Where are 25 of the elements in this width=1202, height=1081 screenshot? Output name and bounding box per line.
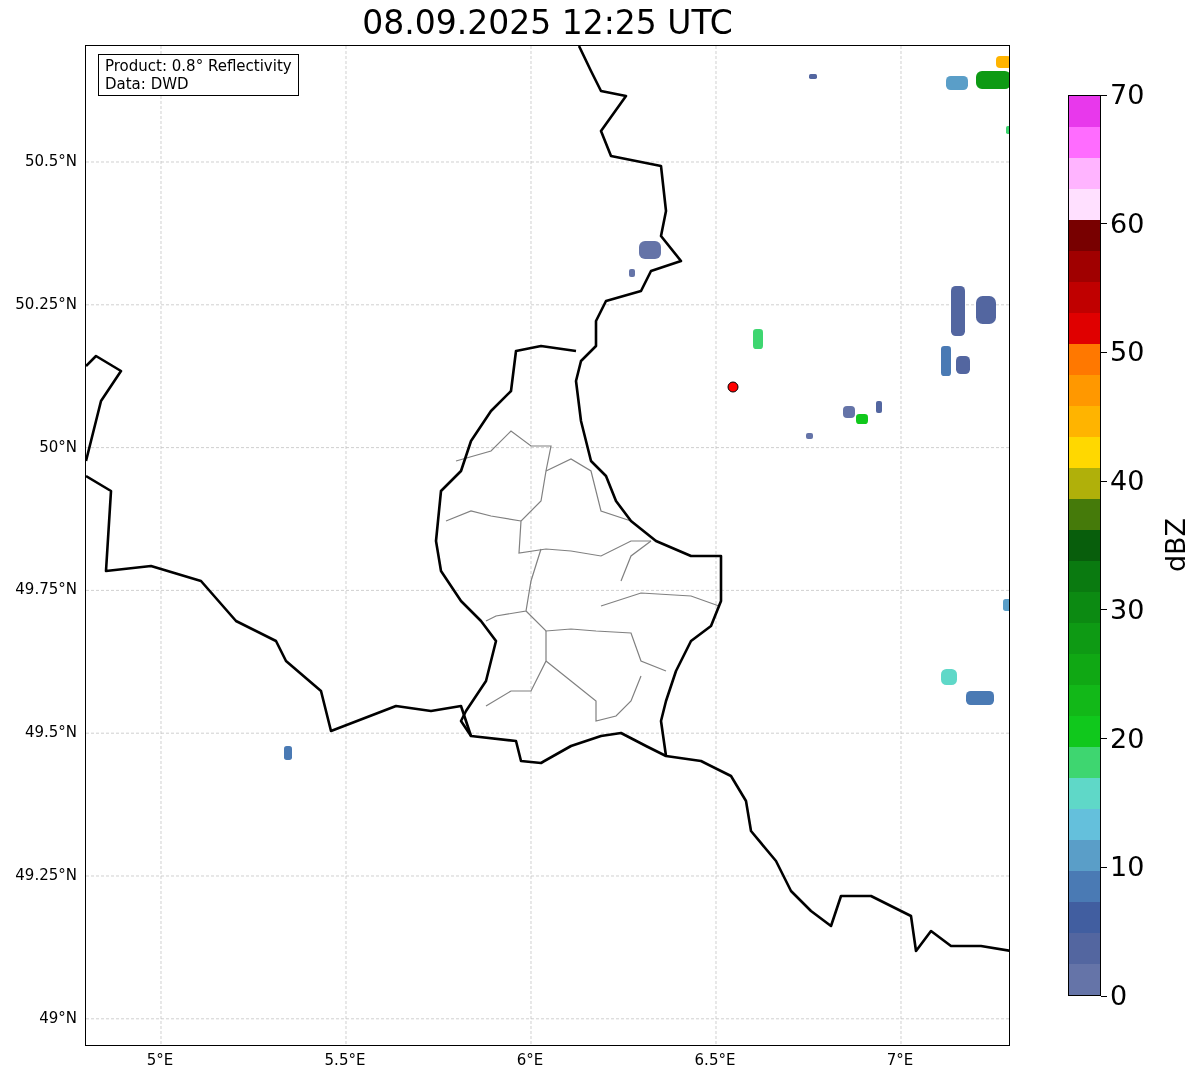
latitude-label: 49.75°N [15,580,77,599]
info-text: Product: 0.8° Reflectivity [105,57,292,75]
latitude-label: 49.25°N [15,866,77,884]
longitude-label: 5°E [145,1051,175,1069]
colorbar-tick-label: 30 [1110,593,1145,626]
colorbar-label: dBZ [1160,517,1192,573]
longitude-label: 6.5°E [693,1051,737,1069]
colorbar-tick-label: 10 [1110,851,1145,884]
latitude-label: 50.5°N [24,152,77,170]
colorbar-tick-label: 40 [1110,465,1145,498]
longitude-label: 7°E [885,1051,915,1069]
longitude-label: 5.5°E [323,1051,367,1069]
latitude-label: 49°N [39,1008,77,1027]
latitude-label: 50°N [39,437,77,456]
colorbar-tick-label: 50 [1110,336,1145,369]
colorbar-tick-label: 0 [1110,980,1128,1012]
radar-site-marker [727,381,739,393]
colorbar-tick-label: 60 [1110,207,1145,240]
colorbar-tick-label: 70 [1110,79,1145,111]
latitude-label: 49.5°N [24,723,77,742]
chart-title: 08.09.2025 12:25 UTC [362,2,733,43]
info-text: Data: DWD [105,75,190,93]
longitude-label: 6°E [515,1051,545,1069]
colorbar-tick-label: 20 [1110,722,1145,755]
latitude-label: 50.25°N [15,294,77,313]
